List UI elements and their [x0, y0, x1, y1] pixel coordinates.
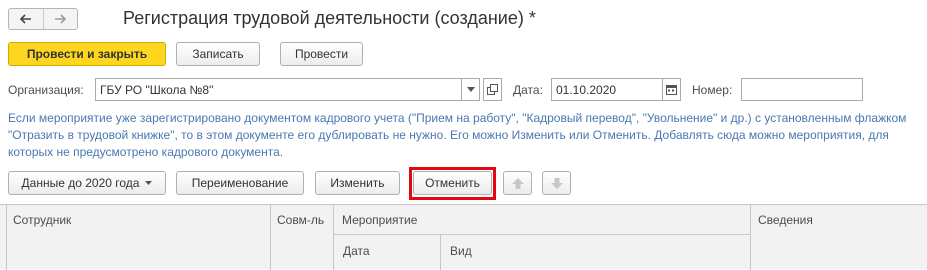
arrow-right-icon [55, 14, 67, 24]
column-employee[interactable]: Сотрудник [13, 213, 71, 227]
open-window-icon [487, 84, 498, 95]
chevron-down-icon [145, 181, 153, 185]
column-combo[interactable]: Совм-ль [277, 213, 324, 227]
post-button[interactable]: Провести [280, 42, 363, 66]
change-button[interactable]: Изменить [315, 171, 400, 195]
column-date[interactable]: Дата [343, 244, 370, 258]
move-up-button[interactable] [503, 171, 532, 195]
arrow-up-icon [511, 177, 524, 189]
arrow-down-icon [550, 177, 563, 189]
column-info[interactable]: Сведения [758, 213, 813, 227]
info-text: Если мероприятие уже зарегистрировано до… [8, 111, 907, 159]
move-down-button[interactable] [542, 171, 571, 195]
rename-button[interactable]: Переименование [176, 171, 304, 195]
organization-dropdown-button[interactable] [461, 78, 480, 101]
calendar-icon [666, 85, 677, 95]
forward-button[interactable] [44, 9, 78, 29]
organization-field[interactable]: ГБУ РО "Школа №8" [95, 78, 462, 101]
arrow-left-icon [19, 14, 31, 24]
chevron-down-icon [466, 87, 475, 92]
column-event[interactable]: Мероприятие [342, 213, 417, 227]
data-before-2020-label: Данные до 2020 года [21, 176, 140, 190]
column-type[interactable]: Вид [450, 244, 472, 258]
back-button[interactable] [9, 9, 44, 29]
navigation-buttons [8, 8, 78, 30]
number-field[interactable] [741, 78, 863, 101]
page-title: Регистрация трудовой деятельности (созда… [123, 8, 536, 28]
data-before-2020-dropdown[interactable]: Данные до 2020 года [8, 171, 166, 195]
table-header: Сотрудник Совм-ль Мероприятие Дата Вид С… [0, 204, 927, 270]
organization-open-button[interactable] [483, 78, 502, 101]
date-label: Дата: [513, 83, 543, 97]
number-label: Номер: [692, 83, 733, 97]
highlight-frame [409, 167, 496, 200]
date-field[interactable]: 01.10.2020 [551, 78, 663, 101]
calendar-button[interactable] [662, 78, 681, 101]
save-button[interactable]: Записать [176, 42, 260, 66]
post-and-close-button[interactable]: Провести и закрыть [8, 42, 166, 66]
organization-label: Организация: [8, 83, 84, 97]
